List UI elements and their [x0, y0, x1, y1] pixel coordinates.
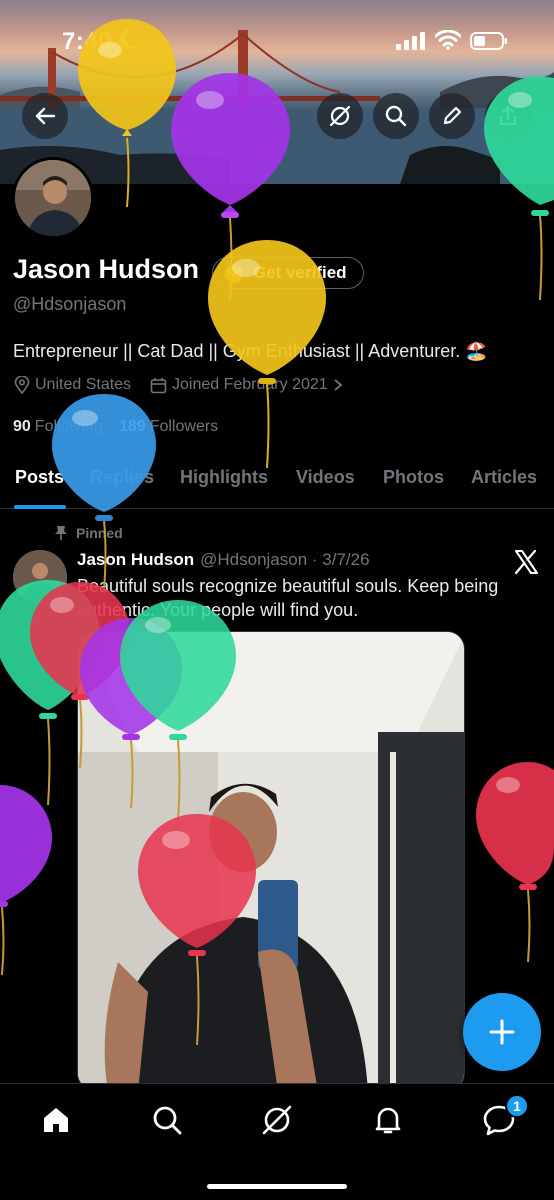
balloon — [476, 762, 554, 963]
post-image[interactable] — [77, 631, 465, 1091]
active-tab-indicator — [14, 505, 66, 509]
pin-icon — [55, 526, 67, 540]
back-arrow-icon — [35, 107, 56, 125]
home-indicator[interactable] — [207, 1184, 347, 1189]
tab-videos[interactable]: Videos — [296, 467, 355, 488]
edit-button[interactable] — [429, 93, 475, 139]
profile-handle: @Hdsonjason — [13, 294, 127, 314]
post-avatar-photo — [13, 550, 67, 604]
grok-icon — [329, 105, 351, 127]
grok-icon — [262, 1105, 292, 1135]
post-header: Jason Hudson @Hdsonjason · 3/7/26 — [77, 550, 370, 570]
following-label: Following — [34, 418, 103, 435]
followers-count: 189 — [119, 418, 146, 435]
back-button[interactable] — [22, 93, 68, 139]
location-pin-icon — [14, 376, 30, 394]
messages-badge: 1 — [505, 1094, 529, 1118]
compose-button[interactable] — [463, 993, 541, 1071]
search-button[interactable] — [373, 93, 419, 139]
nav-home[interactable] — [38, 1102, 74, 1138]
share-button[interactable] — [485, 93, 531, 139]
edit-icon — [443, 106, 462, 125]
followers-link[interactable]: 189 Followers — [119, 418, 218, 436]
balloon — [0, 785, 52, 976]
profile-avatar[interactable] — [12, 157, 94, 239]
joined-text: Joined February 2021 — [172, 376, 328, 393]
search-icon — [153, 1106, 182, 1135]
status-bar: 7:40 — [0, 0, 554, 84]
status-time: 7:40 — [62, 28, 113, 55]
home-icon — [44, 1108, 68, 1132]
nav-grok[interactable] — [259, 1102, 295, 1138]
chevron-right-icon — [334, 379, 343, 391]
verified-badge-icon — [224, 263, 244, 284]
moon-icon — [119, 29, 139, 50]
avatar-photo — [15, 160, 91, 236]
followers-label: Followers — [149, 418, 219, 435]
following-count: 90 — [13, 418, 31, 435]
post-meta: @Hdsonjason · 3/7/26 — [200, 550, 370, 569]
profile-name: Jason Hudson — [13, 254, 200, 284]
joined-date[interactable]: Joined February 2021 — [150, 376, 343, 394]
tab-photos[interactable]: Photos — [383, 467, 444, 488]
pinned-label: Pinned — [76, 525, 123, 541]
location: United States — [14, 376, 131, 394]
grok-button[interactable] — [317, 93, 363, 139]
battery-icon — [470, 32, 507, 50]
nav-notifications[interactable] — [370, 1102, 406, 1138]
post-author-name[interactable]: Jason Hudson — [77, 550, 194, 569]
get-verified-label: Get verified — [253, 263, 347, 282]
x-logo-icon — [514, 549, 538, 575]
post-text: Beautiful souls recognize beautiful soul… — [77, 576, 499, 620]
post-author-avatar[interactable] — [13, 550, 67, 604]
calendar-icon — [150, 377, 167, 393]
get-verified-button[interactable]: Get verified — [212, 257, 364, 289]
tab-posts[interactable]: Posts — [15, 467, 64, 488]
pinned-indicator: Pinned — [54, 525, 123, 541]
search-icon — [385, 105, 407, 127]
post-photo — [78, 632, 464, 1090]
bottom-nav — [0, 1083, 554, 1200]
bell-icon — [375, 1107, 401, 1134]
share-icon — [499, 105, 517, 126]
nav-search[interactable] — [149, 1102, 185, 1138]
profile-bio: Entrepreneur || Cat Dad || Gym Enthusias… — [13, 341, 488, 361]
location-text: United States — [35, 376, 132, 393]
tab-articles[interactable]: Articles — [471, 467, 537, 488]
tab-highlights[interactable]: Highlights — [180, 467, 268, 488]
tab-replies[interactable]: Replies — [90, 467, 154, 488]
profile-tabs: Posts Replies Highlights Videos Photos A… — [0, 455, 554, 509]
signal-icon — [396, 32, 425, 50]
following-link[interactable]: 90 Following — [13, 418, 102, 436]
wifi-icon — [435, 30, 461, 50]
plus-icon — [489, 1019, 515, 1045]
